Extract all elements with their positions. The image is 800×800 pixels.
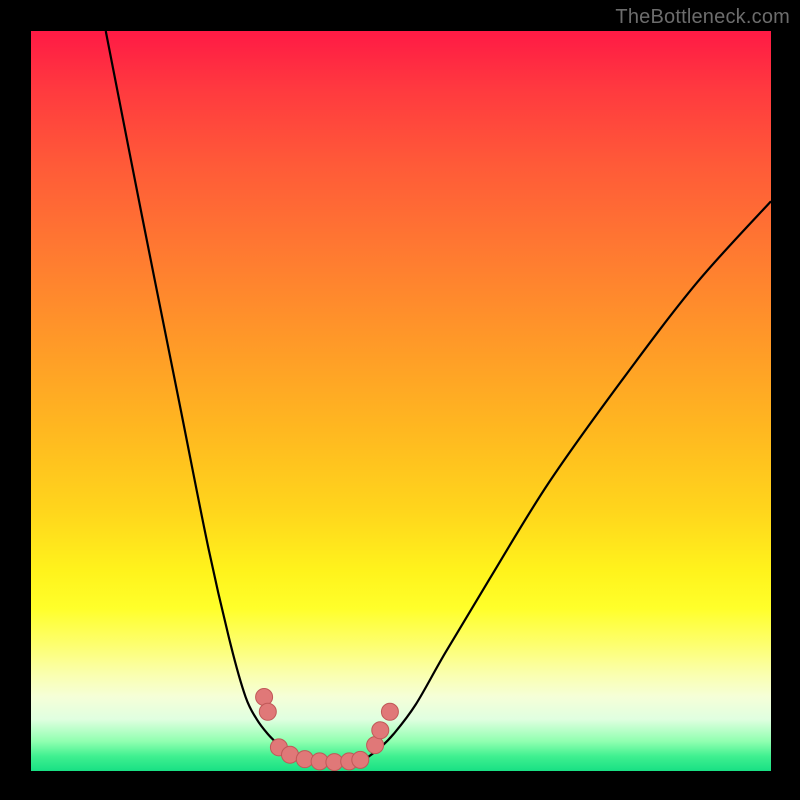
curve-left-branch [106, 31, 305, 760]
data-marker [372, 722, 389, 739]
chart-frame: TheBottleneck.com [0, 0, 800, 800]
chart-svg [31, 31, 771, 771]
data-marker [296, 751, 313, 768]
curve-right-branch [364, 201, 771, 760]
watermark-text: TheBottleneck.com [615, 6, 790, 29]
plot-area [31, 31, 771, 771]
data-marker [381, 703, 398, 720]
data-marker [259, 703, 276, 720]
data-markers [256, 689, 399, 771]
data-marker [352, 751, 369, 768]
data-marker [256, 689, 273, 706]
